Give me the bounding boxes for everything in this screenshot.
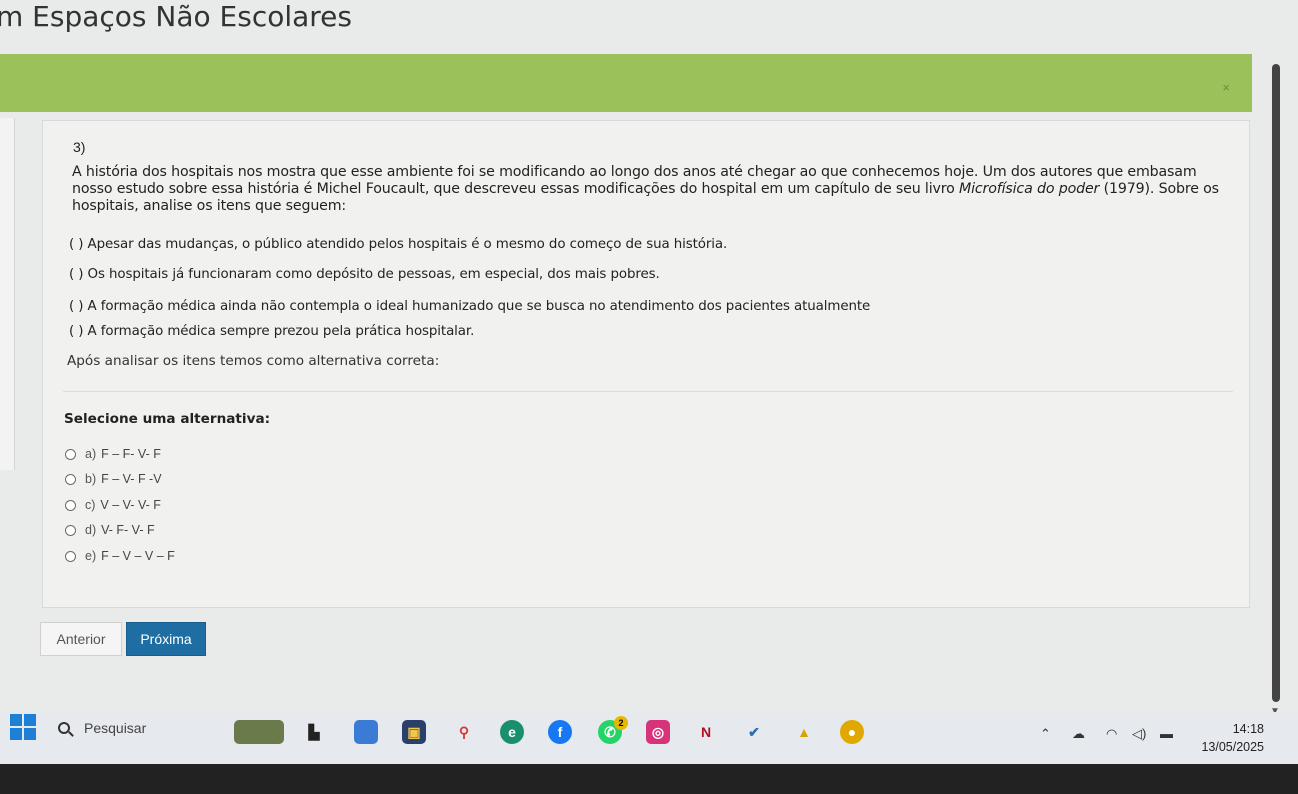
book-title: Microfísica do poder [959,181,1100,197]
radio-button[interactable] [65,550,76,562]
statement-3: ( ) A formação médica ainda não contempl… [69,299,871,314]
task-view-icon[interactable]: ▙ [302,720,326,744]
search-placeholder: Pesquisar [84,720,147,736]
file-explorer-icon[interactable]: ▣ [402,720,426,744]
scrollbar-thumb[interactable] [1272,64,1280,702]
radio-button[interactable] [65,473,76,485]
option-d[interactable]: d) V- F- V- F [65,521,155,539]
instruction-text: Após analisar os itens temos como altern… [67,353,440,369]
radio-button[interactable] [65,448,76,460]
instagram-icon[interactable]: ◎ [646,720,670,744]
page-title: m Espaços Não Escolares [0,0,352,33]
drive-app-icon[interactable]: ▲ [792,720,816,744]
statement-1: ( ) Apesar das mudanças, o público atend… [69,237,728,252]
next-button[interactable]: Próxima [126,622,206,656]
option-text: V- F- V- F [101,523,155,537]
option-b[interactable]: b) F – V- F -V [65,470,162,488]
copilot-icon[interactable] [354,720,378,744]
taskbar-search[interactable]: Pesquisar [58,716,146,740]
question-card: 3) A história dos hospitais nos mostra q… [42,120,1250,608]
cloud-icon[interactable]: ☁ [1072,726,1085,742]
volume-icon[interactable]: ◁) [1132,726,1146,742]
option-letter: b) [85,472,97,486]
screen-bezel [0,764,1298,794]
netflix-icon[interactable]: N [694,720,718,744]
wifi-icon[interactable]: ◠ [1106,726,1117,742]
option-a[interactable]: a) F – F- V- F [65,445,161,463]
taskbar: Pesquisar ▙ ▣ ⚲ e f ✆ 2 ◎ N ✔ ▲ ● ⌃ ☁ ◠ … [0,712,1298,764]
option-c[interactable]: c) V – V- V- F [65,496,161,514]
select-alternative-label: Selecione uma alternativa: [64,411,271,427]
facebook-icon[interactable]: f [548,720,572,744]
option-text: F – V- F -V [101,472,162,486]
widgets-icon[interactable] [234,720,284,744]
question-number: 3) [73,139,86,155]
search-icon [58,722,70,734]
app-icon[interactable]: ⚲ [452,720,476,744]
option-letter: c) [85,498,96,512]
check-app-icon[interactable]: ✔ [742,720,766,744]
clock-time: 14:18 [1232,722,1264,736]
option-letter: e) [85,549,97,563]
edge-browser-icon[interactable]: e [500,720,524,744]
windows-start-icon[interactable] [10,714,36,740]
radio-button[interactable] [65,524,76,536]
clock[interactable]: 14:18 13/05/2025 [1201,720,1264,756]
question-text: A história dos hospitais nos mostra que … [72,164,1240,215]
radio-button[interactable] [65,499,76,511]
divider [63,391,1233,392]
notification-badge: 2 [614,716,628,730]
close-icon[interactable]: × [1222,80,1230,95]
statement-4: ( ) A formação médica sempre prezou pela… [69,324,475,339]
option-e[interactable]: e) F – V – V – F [65,547,175,565]
notification-banner: × [0,54,1252,112]
battery-icon[interactable]: ▬ [1160,726,1173,741]
option-letter: a) [85,447,97,461]
clock-date: 13/05/2025 [1201,740,1264,754]
statement-2: ( ) Os hospitais já funcionaram como dep… [69,267,660,282]
option-text: F – F- V- F [101,447,161,461]
previous-button[interactable]: Anterior [40,622,122,656]
option-text: F – V – V – F [101,549,175,563]
option-letter: d) [85,523,97,537]
side-panel-edge [0,118,15,470]
chrome-canary-icon[interactable]: ● [840,720,864,744]
option-text: V – V- V- F [100,498,161,512]
show-hidden-icons-icon[interactable]: ⌃ [1040,726,1051,742]
